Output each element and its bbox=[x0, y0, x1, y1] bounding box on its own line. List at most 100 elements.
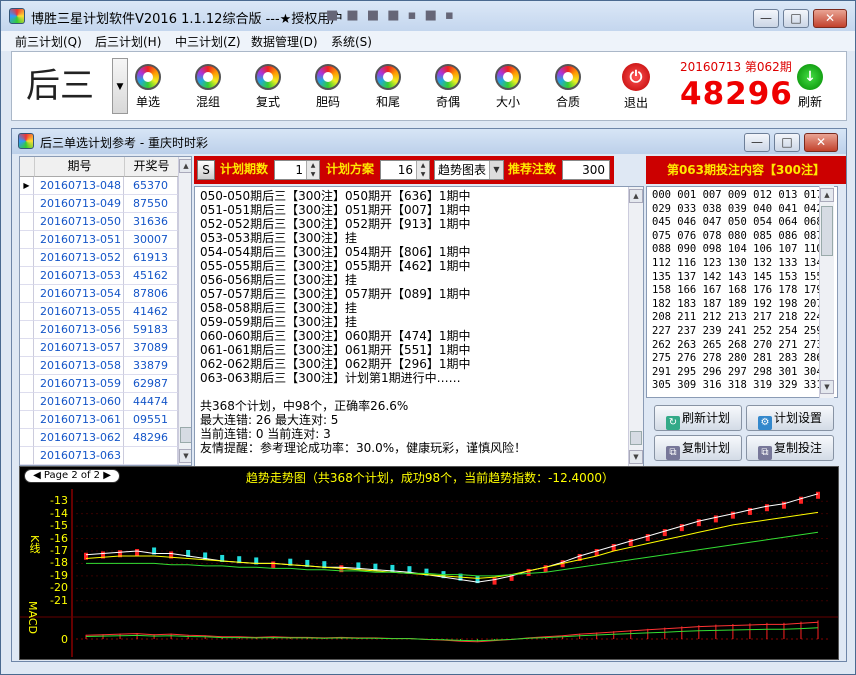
plan-log-panel[interactable]: 050-050期后三【300注】050期开【636】1期中 051-051期后三【… bbox=[194, 186, 644, 468]
exit-button[interactable]: ⏻ 退出 bbox=[606, 60, 666, 116]
draw-number-cell: 30007 bbox=[124, 231, 178, 249]
menu-qian3[interactable]: 前三计划(Q) bbox=[15, 33, 82, 50]
menu-data[interactable]: 数据管理(D) bbox=[251, 33, 318, 50]
tool-danma[interactable]: 胆码 bbox=[298, 60, 358, 116]
table-row[interactable]: 20160713-060 44474 bbox=[20, 393, 191, 411]
bet-content-header: 第063期投注内容【300注】 bbox=[646, 156, 846, 184]
spinner-arrows-icon[interactable]: ▲ ▼ bbox=[306, 161, 319, 179]
col-header-draw[interactable]: 开奖号 bbox=[124, 157, 178, 177]
y-tick-label: -21 bbox=[50, 593, 68, 607]
tool-label: 混组 bbox=[195, 95, 220, 109]
table-row[interactable]: 20160713-062 48296 bbox=[20, 429, 191, 447]
log-scrollbar[interactable]: ▲ ▼ bbox=[628, 187, 643, 467]
chart-type-select[interactable]: 趋势图表 ▼ bbox=[434, 160, 504, 180]
scheme-label: 计划方案 bbox=[326, 162, 375, 176]
bet-scrollbar[interactable]: ▲ ▼ bbox=[819, 186, 834, 398]
trend-chart-svg bbox=[20, 489, 838, 657]
table-row[interactable]: 20160713-056 59183 bbox=[20, 321, 191, 339]
bet-line: 305 309 316 318 319 329 331 bbox=[652, 379, 823, 392]
scroll-down-icon[interactable]: ▼ bbox=[179, 449, 191, 463]
copy-bets-button[interactable]: ⧉ 复制投注 bbox=[746, 435, 834, 461]
bet-line: 088 090 098 104 106 107 110 bbox=[652, 243, 823, 256]
scroll-up-icon[interactable]: ▲ bbox=[820, 188, 834, 202]
table-row[interactable]: 20160713-054 87806 bbox=[20, 285, 191, 303]
issue-cell: 20160713-058 bbox=[34, 357, 124, 375]
s-button[interactable]: S bbox=[197, 160, 215, 180]
chart-type-value: 趋势图表 bbox=[438, 163, 487, 177]
maximize-button[interactable]: □ bbox=[783, 9, 809, 28]
draw-number-cell: 09551 bbox=[124, 411, 178, 429]
tool-danxuan[interactable]: 单选 bbox=[118, 60, 178, 116]
table-row[interactable]: 20160713-050 31636 bbox=[20, 213, 191, 231]
summary-line: 最大连错: 26 最大连对: 5 bbox=[200, 413, 339, 427]
issue-cell: 20160713-062 bbox=[34, 429, 124, 447]
draw-number-cell: 45162 bbox=[124, 267, 178, 285]
scroll-thumb[interactable] bbox=[180, 427, 191, 443]
candle-mark bbox=[526, 568, 531, 576]
table-row[interactable]: 20160713-059 62987 bbox=[20, 375, 191, 393]
draw-list-scrollbar[interactable]: ▲ ▼ bbox=[178, 157, 191, 465]
bets-input[interactable]: 300 bbox=[562, 160, 610, 180]
tool-label: 奇偶 bbox=[435, 95, 460, 109]
scroll-down-icon[interactable]: ▼ bbox=[820, 380, 834, 394]
bets-label: 推荐注数 bbox=[508, 162, 557, 176]
row-header-cell bbox=[20, 231, 34, 249]
table-row[interactable]: ▶ 20160713-048 65370 bbox=[20, 177, 191, 195]
scroll-thumb[interactable] bbox=[630, 431, 642, 445]
plan-settings-button[interactable]: ⚙ 计划设置 bbox=[746, 405, 834, 431]
candle-mark bbox=[696, 519, 701, 527]
toolbar: 后三 ▼ 单选 混组 复式 胆码 和尾 奇偶 大小 合质 ⏻ 退出 2016071… bbox=[11, 51, 847, 121]
tool-hunzu[interactable]: 混组 bbox=[178, 60, 238, 116]
tool-daxiao[interactable]: 大小 bbox=[478, 60, 538, 116]
log-line: 050-050期后三【300注】050期开【636】1期中 bbox=[200, 189, 471, 203]
window-title: 博胜三星计划软件V2016 1.1.12综合版 ---★授权用户 bbox=[31, 12, 344, 27]
minimize-button[interactable]: — bbox=[753, 9, 779, 28]
bet-number-grid[interactable]: 000 001 007 009 012 013 017 029 033 038 0… bbox=[646, 186, 838, 398]
tool-hewei[interactable]: 和尾 bbox=[358, 60, 418, 116]
scroll-up-icon[interactable]: ▲ bbox=[629, 189, 643, 203]
plan-close-button[interactable]: ✕ bbox=[804, 133, 838, 152]
scheme-spinner[interactable]: 16 ▲ ▼ bbox=[380, 160, 430, 180]
log-line: 055-055期后三【300注】055期开【462】1期中 bbox=[200, 259, 471, 273]
table-row[interactable]: 20160713-049 87550 bbox=[20, 195, 191, 213]
menu-system[interactable]: 系统(S) bbox=[331, 33, 372, 50]
close-button[interactable]: ✕ bbox=[813, 9, 847, 28]
tool-hezhi[interactable]: 合质 bbox=[538, 60, 598, 116]
main-window: 博胜三星计划软件V2016 1.1.12综合版 ---★授权用户 ■ ■ ■ ■… bbox=[0, 0, 856, 675]
table-row[interactable]: 20160713-051 30007 bbox=[20, 231, 191, 249]
period-spinner[interactable]: 1 ▲ ▼ bbox=[274, 160, 320, 180]
bet-line: 208 211 212 213 217 218 224 bbox=[652, 311, 823, 324]
table-row[interactable]: 20160713-058 33879 bbox=[20, 357, 191, 375]
refresh-button[interactable]: ↓ 刷新 bbox=[780, 60, 840, 116]
scroll-thumb[interactable] bbox=[821, 206, 833, 256]
scroll-up-icon[interactable]: ▲ bbox=[179, 159, 191, 173]
row-header-cell bbox=[20, 303, 34, 321]
row-header-cell bbox=[20, 429, 34, 447]
chevron-down-icon[interactable]: ▼ bbox=[489, 161, 503, 179]
table-row[interactable]: 20160713-063 bbox=[20, 447, 191, 465]
tool-jiou[interactable]: 奇偶 bbox=[418, 60, 478, 116]
table-row[interactable]: 20160713-055 41462 bbox=[20, 303, 191, 321]
masked-user-name: ■ ■ ■ ■ ▪ ■ ▪ bbox=[326, 8, 456, 23]
copy-plan-button[interactable]: ⧉ 复制计划 bbox=[654, 435, 742, 461]
candle-mark bbox=[781, 501, 786, 509]
menu-hou3[interactable]: 后三计划(H) bbox=[95, 33, 161, 50]
tool-label: 合质 bbox=[555, 95, 580, 109]
tool-fushi[interactable]: 复式 bbox=[238, 60, 298, 116]
plan-maximize-button[interactable]: □ bbox=[774, 133, 800, 152]
dial-icon bbox=[135, 64, 161, 90]
col-header-issue[interactable]: 期号 bbox=[34, 157, 124, 177]
table-row[interactable]: 20160713-052 61913 bbox=[20, 249, 191, 267]
spinner-arrows-icon[interactable]: ▲ ▼ bbox=[416, 161, 429, 179]
table-row[interactable]: 20160713-057 37089 bbox=[20, 339, 191, 357]
draw-history-list[interactable]: 期号 开奖号 ▶ 20160713-048 65370 20160713-049 875… bbox=[19, 156, 192, 466]
draw-number-cell: 44474 bbox=[124, 393, 178, 411]
table-row[interactable]: 20160713-053 45162 bbox=[20, 267, 191, 285]
y-tick-label: -16 bbox=[50, 531, 68, 545]
table-row[interactable]: 20160713-061 09551 bbox=[20, 411, 191, 429]
menu-zhong3[interactable]: 中三计划(Z) bbox=[175, 33, 241, 50]
draw-number-cell: 48296 bbox=[124, 429, 178, 447]
plan-minimize-button[interactable]: — bbox=[744, 133, 770, 152]
scroll-down-icon[interactable]: ▼ bbox=[629, 450, 643, 464]
refresh-plan-button[interactable]: ↻ 刷新计划 bbox=[654, 405, 742, 431]
